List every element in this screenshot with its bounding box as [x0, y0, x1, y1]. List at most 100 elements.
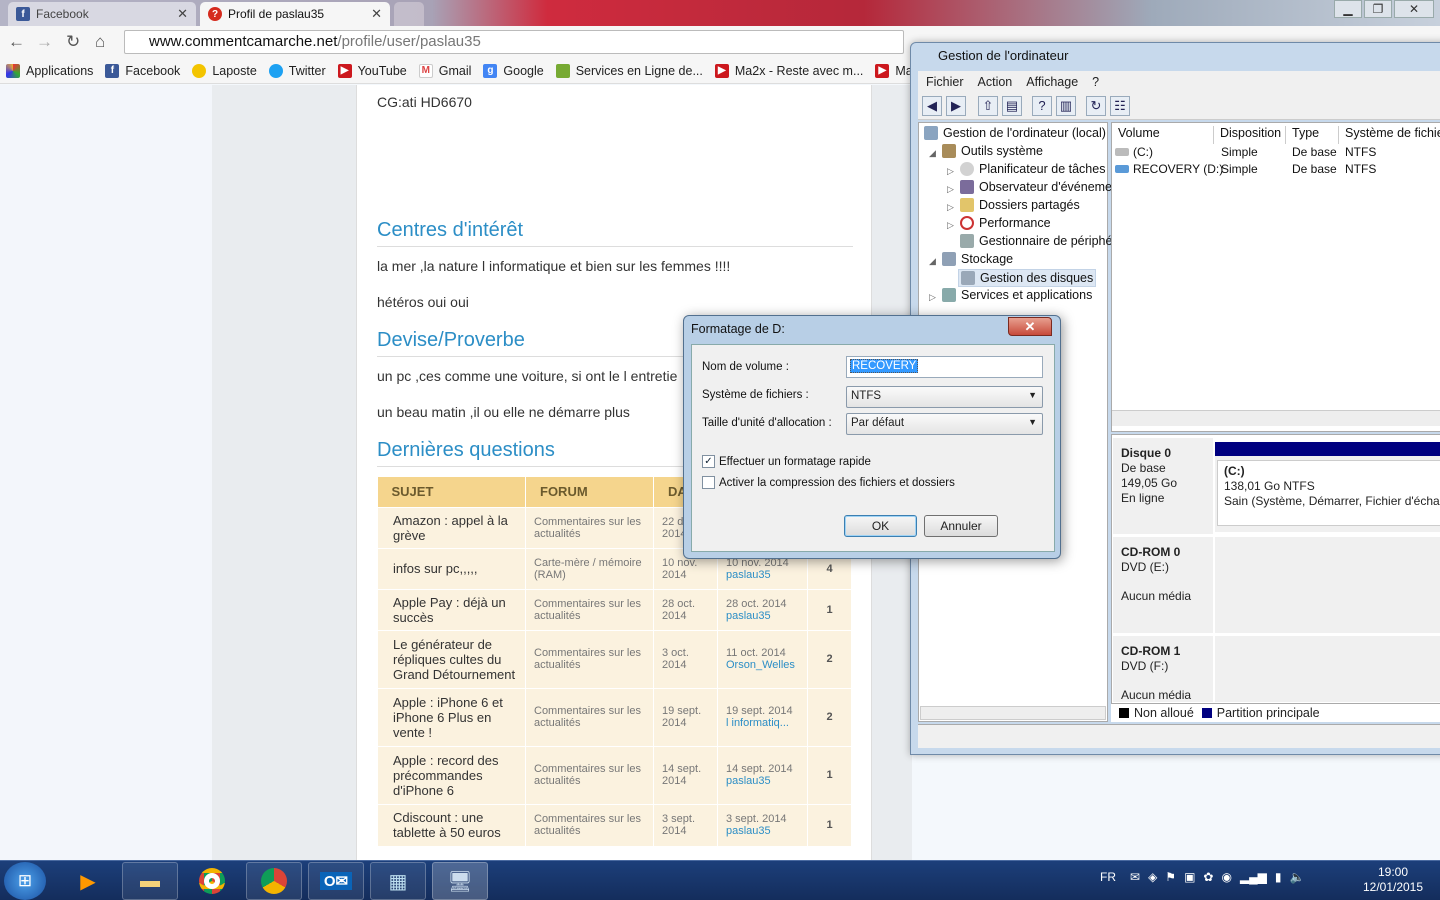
- question-forum[interactable]: Commentaires sur les actualités: [525, 803, 654, 847]
- question-forum[interactable]: Commentaires sur les actualités: [525, 629, 654, 689]
- bookmark-facebook[interactable]: f Facebook: [105, 63, 180, 78]
- forward-icon[interactable]: →: [36, 32, 53, 52]
- clock[interactable]: 19:00 12/01/2015: [1358, 865, 1428, 895]
- collapse-arrow-icon[interactable]: ▷: [947, 220, 954, 231]
- ok-button[interactable]: OK: [844, 515, 917, 537]
- reload-icon[interactable]: ↻: [66, 32, 80, 52]
- bookmark-google[interactable]: g Google: [483, 63, 544, 78]
- tree-item-shared-folders[interactable]: Dossiers partagés: [960, 198, 1080, 212]
- partition-c[interactable]: (C:) 138,01 Go NTFS Sain (Système, Démar…: [1217, 460, 1440, 526]
- tree-item-root[interactable]: Gestion de l'ordinateur (local): [924, 126, 1106, 140]
- volume-label-input[interactable]: RECOVERY: [846, 356, 1043, 378]
- up-folder-icon[interactable]: ⇧: [978, 95, 998, 116]
- tree-item-performance[interactable]: Performance: [960, 216, 1051, 230]
- column-header[interactable]: Système de fichie: [1339, 126, 1440, 144]
- back-icon[interactable]: ←: [8, 32, 25, 52]
- address-bar[interactable]: www.commentcamarche.net/profile/user/pas…: [124, 30, 904, 54]
- tab-facebook[interactable]: f Facebook ✕: [8, 2, 196, 26]
- collapse-arrow-icon[interactable]: ▷: [947, 202, 954, 213]
- menu-fichier[interactable]: Fichier: [926, 75, 964, 89]
- new-tab-button[interactable]: [394, 2, 424, 26]
- table-row[interactable]: Apple : iPhone 6 et iPhone 6 Plus en ven…: [377, 687, 852, 747]
- chrome-window-icon[interactable]: [246, 862, 302, 900]
- power-icon[interactable]: ▮: [1275, 870, 1282, 884]
- tools-tray-icon[interactable]: ✿: [1203, 870, 1213, 884]
- language-indicator[interactable]: FR: [1100, 870, 1116, 884]
- question-subject[interactable]: infos sur pc,,,,,: [377, 547, 526, 590]
- chrome-icon[interactable]: [184, 862, 240, 900]
- question-forum[interactable]: Commentaires sur les actualités: [525, 588, 654, 631]
- bookmark-services[interactable]: Services en Ligne de...: [555, 63, 703, 78]
- user-link[interactable]: l informatiq...: [726, 717, 799, 729]
- console-tree-icon[interactable]: ▤: [1002, 95, 1022, 116]
- refresh-icon[interactable]: ↻: [1086, 95, 1106, 116]
- collapse-arrow-icon[interactable]: ▷: [947, 166, 954, 177]
- menu-help[interactable]: ?: [1092, 75, 1099, 89]
- network-icon[interactable]: ▂▄▆: [1240, 870, 1267, 884]
- bookmark-laposte[interactable]: Laposte: [192, 63, 257, 78]
- tree-item-task-scheduler[interactable]: Planificateur de tâches: [960, 162, 1105, 176]
- bookmark-applications[interactable]: Applications: [6, 63, 93, 78]
- bookmark-ma2x-1[interactable]: ▶ Ma2x - Reste avec m...: [714, 63, 863, 78]
- collapse-arrow-icon[interactable]: ▷: [947, 184, 954, 195]
- allocation-select[interactable]: Par défaut ▼: [846, 413, 1043, 435]
- start-button[interactable]: ⊞: [4, 862, 46, 900]
- tree-item-disk-management[interactable]: Gestion des disques: [958, 269, 1097, 287]
- user-link[interactable]: Orson_Welles: [726, 659, 799, 671]
- column-header[interactable]: Volume: [1112, 126, 1214, 144]
- home-icon[interactable]: ⌂: [95, 32, 105, 52]
- bookmark-gmail[interactable]: M Gmail: [418, 63, 471, 78]
- cdrom0-info[interactable]: CD-ROM 0 DVD (E:) Aucun média: [1113, 537, 1213, 633]
- outlook-icon[interactable]: O✉: [308, 862, 364, 900]
- tree-item-event-viewer[interactable]: Observateur d'événeme: [960, 180, 1112, 194]
- compression-checkbox[interactable]: Activer la compression des fichiers et d…: [702, 476, 955, 489]
- user-link[interactable]: paslau35: [726, 569, 799, 581]
- device-icon[interactable]: ▣: [1184, 870, 1195, 884]
- tab-profile[interactable]: ? Profil de paslau35 ✕: [200, 2, 390, 26]
- help-icon[interactable]: ?: [1032, 95, 1052, 116]
- media-player-icon[interactable]: ▶: [60, 862, 116, 900]
- cancel-button[interactable]: Annuler: [924, 515, 998, 537]
- column-header[interactable]: Disposition: [1214, 126, 1286, 144]
- user-link[interactable]: paslau35: [726, 775, 799, 787]
- computer-management-task-icon[interactable]: 🖥: [432, 862, 488, 900]
- volume-icon[interactable]: 🔈: [1290, 870, 1305, 884]
- filesystem-select[interactable]: NTFS ▼: [846, 386, 1043, 408]
- bookmark-twitter[interactable]: Twitter: [268, 63, 326, 78]
- expand-arrow-icon[interactable]: ◢: [929, 256, 936, 267]
- maximize-icon[interactable]: ❐: [1364, 0, 1392, 18]
- action-pane-icon[interactable]: ▥: [1056, 95, 1076, 116]
- question-subject[interactable]: Apple : record des précommandes d'iPhone…: [377, 745, 526, 805]
- question-subject[interactable]: Apple Pay : déjà un succès: [377, 588, 526, 631]
- minimize-icon[interactable]: ▁: [1334, 0, 1362, 18]
- bookmark-youtube[interactable]: ▶ YouTube: [337, 63, 407, 78]
- tree-item-device-manager[interactable]: Gestionnaire de périphé: [960, 234, 1112, 248]
- update-tray-icon[interactable]: ◉: [1221, 870, 1231, 884]
- tree-scrollbar[interactable]: [920, 706, 1106, 720]
- question-subject[interactable]: Le générateur de répliques cultes du Gra…: [377, 629, 526, 689]
- close-tab-icon[interactable]: ✕: [177, 6, 188, 22]
- menu-affichage[interactable]: Affichage: [1026, 75, 1078, 89]
- flag-icon[interactable]: ⚑: [1165, 870, 1176, 884]
- question-subject[interactable]: Cdiscount : une tablette à 50 euros: [377, 803, 526, 847]
- close-icon[interactable]: ✕: [1008, 317, 1052, 336]
- close-tab-icon[interactable]: ✕: [371, 6, 382, 22]
- horizontal-scrollbar[interactable]: [1112, 410, 1440, 426]
- control-panel-icon[interactable]: ▦: [370, 862, 426, 900]
- user-link[interactable]: paslau35: [726, 825, 799, 837]
- explorer-icon[interactable]: ▬: [122, 862, 178, 900]
- tree-item-storage[interactable]: Stockage: [942, 252, 1013, 266]
- question-forum[interactable]: Commentaires sur les actualités: [525, 687, 654, 747]
- user-link[interactable]: paslau35: [726, 610, 799, 622]
- tree-item-system-tools[interactable]: Outils système: [942, 144, 1043, 158]
- menu-action[interactable]: Action: [978, 75, 1013, 89]
- cdrom1-info[interactable]: CD-ROM 1 DVD (F:) Aucun média: [1113, 636, 1213, 702]
- question-forum[interactable]: Commentaires sur les actualités: [525, 745, 654, 805]
- quick-format-checkbox[interactable]: ✓ Effectuer un formatage rapide: [702, 455, 871, 468]
- question-forum[interactable]: Commentaires sur les actualités: [525, 506, 654, 549]
- table-row[interactable]: Apple Pay : déjà un succès Commentaires …: [377, 588, 852, 631]
- volume-row[interactable]: RECOVERY (D:): [1115, 162, 1223, 176]
- table-row[interactable]: Cdiscount : une tablette à 50 euros Comm…: [377, 803, 852, 847]
- back-icon[interactable]: ◀: [922, 95, 942, 116]
- volume-row[interactable]: (C:): [1115, 145, 1153, 159]
